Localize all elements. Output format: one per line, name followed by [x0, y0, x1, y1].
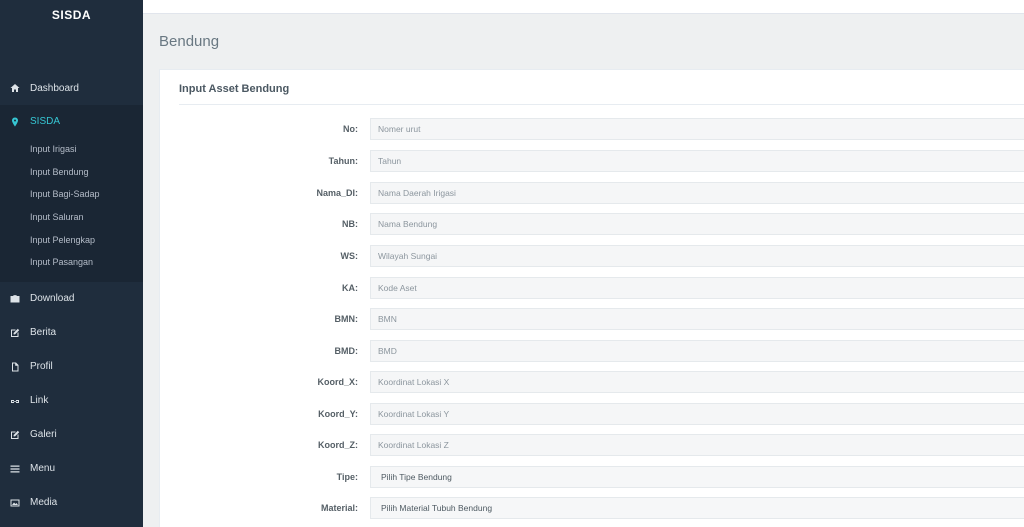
- submenu-item-input-irigasi[interactable]: Input Irigasi: [0, 138, 143, 161]
- field-label: Nama_DI:: [316, 188, 358, 198]
- submenu-item-input-pasangan[interactable]: Input Pasangan: [0, 251, 143, 274]
- sidebar-item-galeri[interactable]: Galeri: [0, 418, 143, 452]
- file-icon: [0, 362, 30, 372]
- sidebar-item-dashboard[interactable]: Dashboard: [0, 71, 143, 105]
- sidebar-item-label: Galeri: [30, 429, 57, 441]
- edit-icon: [0, 328, 30, 338]
- media-icon: [0, 498, 30, 508]
- form-row-ka: KA: Kode Aset: [160, 277, 1024, 299]
- field-label: NB:: [342, 219, 358, 229]
- submenu-item-input-bagi-sadap[interactable]: Input Bagi-Sadap: [0, 183, 143, 206]
- field-label: BMN:: [334, 314, 359, 324]
- submenu-item-input-bendung[interactable]: Input Bendung: [0, 161, 143, 184]
- form-row-bmd: BMD: BMD: [160, 340, 1024, 362]
- top-header-bar: [143, 0, 1024, 14]
- form-row-bmn: BMN: BMN: [160, 308, 1024, 330]
- material-select[interactable]: Pilih Material Tubuh Bendung: [370, 497, 1024, 519]
- submenu-item-input-pelengkap[interactable]: Input Pelengkap: [0, 228, 143, 251]
- panel-title: Input Asset Bendung: [179, 83, 290, 95]
- form-row-koord-z: Koord_Z: Koordinat Lokasi Z: [160, 434, 1024, 456]
- field-label: WS:: [340, 251, 359, 261]
- field-label: Tipe:: [336, 472, 358, 482]
- koord-x-input[interactable]: Koordinat Lokasi X: [370, 371, 1024, 393]
- field-label: Koord_Z:: [318, 440, 358, 450]
- map-pin-icon: [0, 117, 30, 127]
- field-label: KA:: [342, 283, 358, 293]
- field-label: Koord_Y:: [318, 409, 358, 419]
- sidebar-item-sisda[interactable]: SISDA: [0, 105, 143, 138]
- sidebar-item-media[interactable]: Media: [0, 486, 143, 520]
- form-row-nb: NB: Nama Bendung: [160, 213, 1024, 235]
- field-label: Tahun:: [328, 156, 358, 166]
- sidebar-item-label: Dashboard: [30, 82, 79, 94]
- sidebar-item-label: Media: [30, 497, 58, 509]
- sidebar-item-label: SISDA: [30, 116, 61, 127]
- form-row-tahun: Tahun: Tahun: [160, 150, 1024, 172]
- field-label: Koord_X:: [317, 377, 359, 387]
- field-label: No:: [343, 124, 358, 134]
- form-row-material: Material: Pilih Material Tubuh Bendung: [160, 497, 1024, 519]
- menu-icon: [0, 464, 30, 474]
- sidebar-item-label: Menu: [30, 463, 56, 475]
- sidebar-item-label: Link: [30, 395, 49, 407]
- field-label: Material:: [320, 503, 358, 513]
- form-row-nama-di: Nama_DI: Nama Daerah Irigasi: [160, 182, 1024, 204]
- brand-logo[interactable]: SISDA: [0, 0, 143, 28]
- sidebar-nav: Dashboard SISDA Input Irigasi Input Bend…: [0, 71, 143, 520]
- submenu-item-input-saluran[interactable]: Input Saluran: [0, 206, 143, 229]
- field-label: BMD:: [334, 346, 359, 356]
- ws-input[interactable]: Wilayah Sungai: [370, 245, 1024, 267]
- edit-icon: [0, 430, 30, 440]
- sidebar-item-menu[interactable]: Menu: [0, 452, 143, 486]
- bmd-input[interactable]: BMD: [370, 340, 1024, 362]
- sidebar-item-label: Profil: [30, 361, 53, 373]
- form-row-koord-y: Koord_Y: Koordinat Lokasi Y: [160, 403, 1024, 425]
- nb-input[interactable]: Nama Bendung: [370, 213, 1024, 235]
- form-panel: Input Asset Bendung No: Nomer urut Tahun…: [159, 69, 1024, 527]
- sidebar-submenu: Input Irigasi Input Bendung Input Bagi-S…: [0, 138, 143, 282]
- sidebar-item-label: Download: [30, 293, 75, 305]
- form-row-ws: WS: Wilayah Sungai: [160, 245, 1024, 267]
- tahun-input[interactable]: Tahun: [370, 150, 1024, 172]
- panel-divider: [179, 104, 1024, 105]
- page-title: Bendung: [159, 33, 220, 50]
- form-row-no: No: Nomer urut: [160, 118, 1024, 140]
- sidebar: SISDA Dashboard SISDA Input Irigasi Inpu…: [0, 0, 143, 527]
- sidebar-item-link[interactable]: Link: [0, 384, 143, 418]
- link-icon: [0, 396, 30, 406]
- koord-y-input[interactable]: Koordinat Lokasi Y: [370, 403, 1024, 425]
- tipe-select[interactable]: Pilih Tipe Bendung: [370, 466, 1024, 488]
- sidebar-item-download[interactable]: Download: [0, 282, 143, 316]
- form-row-koord-x: Koord_X: Koordinat Lokasi X: [160, 371, 1024, 393]
- home-icon: [0, 83, 30, 93]
- no-input[interactable]: Nomer urut: [370, 118, 1024, 140]
- sidebar-item-berita[interactable]: Berita: [0, 316, 143, 350]
- sidebar-item-profil[interactable]: Profil: [0, 350, 143, 384]
- briefcase-icon: [0, 294, 30, 304]
- form-row-tipe: Tipe: Pilih Tipe Bendung: [160, 466, 1024, 488]
- sidebar-item-label: Berita: [30, 327, 57, 339]
- koord-z-input[interactable]: Koordinat Lokasi Z: [370, 434, 1024, 456]
- bmn-input[interactable]: BMN: [370, 308, 1024, 330]
- ka-input[interactable]: Kode Aset: [370, 277, 1024, 299]
- nama-di-input[interactable]: Nama Daerah Irigasi: [370, 182, 1024, 204]
